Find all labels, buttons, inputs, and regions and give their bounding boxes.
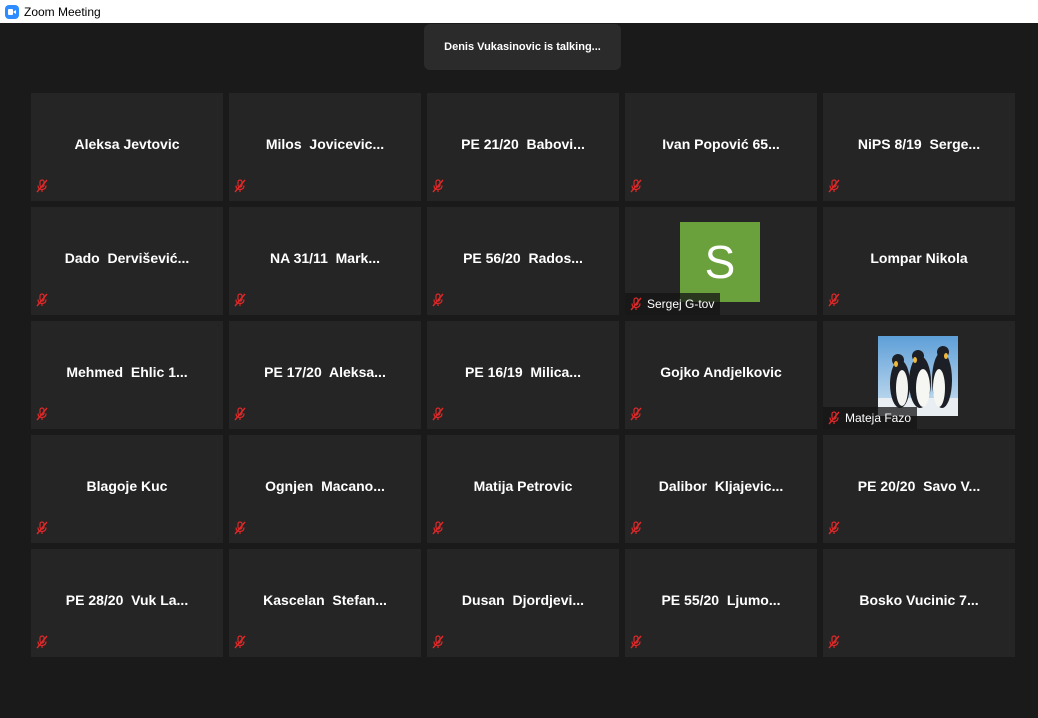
muted-microphone-icon bbox=[233, 179, 247, 193]
participant-tile[interactable]: Dado Dervišević... bbox=[31, 207, 223, 315]
muted-microphone-icon bbox=[827, 635, 841, 649]
participant-name: PE 17/20 Aleksa... bbox=[264, 364, 386, 380]
participant-tile[interactable]: Gojko Andjelkovic bbox=[625, 321, 817, 429]
muted-microphone-icon bbox=[431, 179, 445, 193]
participant-name: Lompar Nikola bbox=[870, 250, 968, 266]
participant-name: PE 56/20 Rados... bbox=[463, 250, 583, 266]
participant-name: PE 16/19 Milica... bbox=[465, 364, 581, 380]
participant-tile[interactable]: Lompar Nikola bbox=[823, 207, 1015, 315]
participant-tile[interactable]: PE 16/19 Milica... bbox=[427, 321, 619, 429]
participant-name: Ognjen Macano... bbox=[265, 478, 385, 494]
participant-name: Kascelan Stefan... bbox=[263, 592, 387, 608]
participant-name: PE 28/20 Vuk La... bbox=[65, 592, 189, 608]
muted-microphone-icon bbox=[629, 297, 643, 311]
participant-tile[interactable]: Kascelan Stefan... bbox=[229, 549, 421, 657]
muted-microphone-icon bbox=[827, 521, 841, 535]
muted-microphone-icon bbox=[233, 407, 247, 421]
participant-avatar: S bbox=[680, 222, 760, 302]
muted-microphone-icon bbox=[233, 293, 247, 307]
title-bar: Zoom Meeting bbox=[0, 0, 1038, 23]
active-speaker-text: Denis Vukasinovic is talking... bbox=[444, 41, 601, 53]
participant-tile[interactable]: Dalibor Kljajevic... bbox=[625, 435, 817, 543]
participant-tile[interactable]: NA 31/11 Mark... bbox=[229, 207, 421, 315]
participant-tile[interactable]: PE 20/20 Savo V... bbox=[823, 435, 1015, 543]
muted-microphone-icon bbox=[629, 521, 643, 535]
participant-tile[interactable]: Aleksa Jevtovic bbox=[31, 93, 223, 201]
participant-tile[interactable]: Ivan Popović 65... bbox=[625, 93, 817, 201]
zoom-app-icon bbox=[5, 4, 19, 19]
muted-microphone-icon bbox=[431, 635, 445, 649]
muted-microphone-icon bbox=[233, 521, 247, 535]
muted-microphone-icon bbox=[827, 179, 841, 193]
muted-microphone-icon bbox=[35, 179, 49, 193]
participant-name: Sergej G-tov bbox=[647, 297, 715, 311]
participant-name: NiPS 8/19 Serge... bbox=[857, 136, 981, 152]
participant-name: Bosko Vucinic 7... bbox=[859, 592, 979, 608]
participant-tile[interactable]: Blagoje Kuc bbox=[31, 435, 223, 543]
muted-microphone-icon bbox=[35, 407, 49, 421]
participant-tile[interactable]: PE 21/20 Babovi... bbox=[427, 93, 619, 201]
participant-tile[interactable]: S Sergej G-tov bbox=[625, 207, 817, 315]
participant-name: Milos Jovicevic... bbox=[265, 136, 385, 152]
participant-tile[interactable]: Bosko Vucinic 7... bbox=[823, 549, 1015, 657]
participant-tile[interactable]: Matija Petrovic bbox=[427, 435, 619, 543]
muted-microphone-icon bbox=[827, 411, 841, 425]
participant-tile[interactable]: Mehmed Ehlic 1... bbox=[31, 321, 223, 429]
participant-name: PE 21/20 Babovi... bbox=[461, 136, 585, 152]
participant-name: Ivan Popović 65... bbox=[662, 136, 780, 152]
participant-tile[interactable]: PE 28/20 Vuk La... bbox=[31, 549, 223, 657]
participant-tile[interactable]: PE 17/20 Aleksa... bbox=[229, 321, 421, 429]
muted-microphone-icon bbox=[827, 293, 841, 307]
participant-name: PE 55/20 Ljumo... bbox=[661, 592, 781, 608]
muted-microphone-icon bbox=[35, 521, 49, 535]
participant-name: Mateja Fazo bbox=[845, 411, 912, 425]
window-title: Zoom Meeting bbox=[24, 4, 101, 19]
participant-profile-photo bbox=[878, 336, 958, 416]
participant-name: Gojko Andjelkovic bbox=[660, 364, 782, 380]
participant-name-label: Sergej G-tov bbox=[625, 293, 721, 315]
participant-name: Aleksa Jevtovic bbox=[74, 136, 180, 152]
gallery-grid: Aleksa Jevtovic Milos Jovicevic... PE 21/2… bbox=[31, 93, 1015, 657]
participant-name: Dalibor Kljajevic... bbox=[658, 478, 784, 494]
participant-name-label: Mateja Fazo bbox=[823, 407, 918, 429]
muted-microphone-icon bbox=[35, 635, 49, 649]
participant-name: Dado Dervišević... bbox=[64, 250, 190, 266]
participant-tile[interactable]: NiPS 8/19 Serge... bbox=[823, 93, 1015, 201]
participant-name: Matija Petrovic bbox=[473, 478, 573, 494]
participant-name: PE 20/20 Savo V... bbox=[857, 478, 981, 494]
muted-microphone-icon bbox=[431, 407, 445, 421]
muted-microphone-icon bbox=[233, 635, 247, 649]
muted-microphone-icon bbox=[629, 635, 643, 649]
participant-tile[interactable]: PE 56/20 Rados... bbox=[427, 207, 619, 315]
participant-tile[interactable]: Ognjen Macano... bbox=[229, 435, 421, 543]
muted-microphone-icon bbox=[35, 293, 49, 307]
participant-tile[interactable]: Mateja Fazo bbox=[823, 321, 1015, 429]
participant-tile[interactable]: PE 55/20 Ljumo... bbox=[625, 549, 817, 657]
muted-microphone-icon bbox=[629, 179, 643, 193]
muted-microphone-icon bbox=[629, 407, 643, 421]
participant-name: Blagoje Kuc bbox=[86, 478, 168, 494]
muted-microphone-icon bbox=[431, 293, 445, 307]
participant-name: NA 31/11 Mark... bbox=[270, 250, 380, 266]
muted-microphone-icon bbox=[431, 521, 445, 535]
participant-name: Mehmed Ehlic 1... bbox=[66, 364, 188, 380]
participant-tile[interactable]: Dusan Djordjevi... bbox=[427, 549, 619, 657]
participant-tile[interactable]: Milos Jovicevic... bbox=[229, 93, 421, 201]
participant-name: Dusan Djordjevi... bbox=[461, 592, 585, 608]
active-speaker-banner: Denis Vukasinovic is talking... bbox=[424, 24, 621, 70]
